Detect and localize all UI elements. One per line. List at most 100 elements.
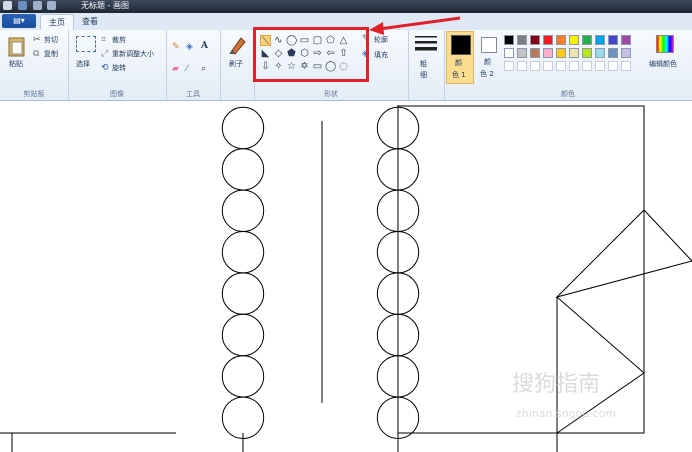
color1-label-b: 色 1 xyxy=(452,71,466,79)
window-title: 无标题 - 画图 xyxy=(81,1,129,10)
edit-colors-icon[interactable] xyxy=(656,35,674,53)
palette-custom-swatch[interactable] xyxy=(582,61,592,71)
shapes-group-label: 形状 xyxy=(324,90,338,98)
color-picker-icon[interactable]: ⁄ xyxy=(186,64,188,74)
edit-colors-button[interactable]: 编辑颜色 xyxy=(649,59,677,69)
clipboard-group-label: 剪贴板 xyxy=(23,90,45,98)
palette-custom-swatch[interactable] xyxy=(517,61,527,71)
palette-swatch[interactable] xyxy=(569,48,579,58)
tab-view[interactable]: 查看 xyxy=(76,14,104,30)
palette-custom-swatch[interactable] xyxy=(595,61,605,71)
watermark-subtext: zhinan.sogou.com xyxy=(516,407,616,420)
file-menu-button[interactable]: ▤▾ xyxy=(2,14,36,28)
brushes-button[interactable]: 刷子 xyxy=(229,59,243,69)
image-group-label: 图像 xyxy=(110,90,124,98)
select-icon[interactable] xyxy=(76,36,96,52)
color2-label: 颜 xyxy=(484,58,491,66)
tools-group: ✎ ◈ A ▰ ⁄ ⌕ 工具 xyxy=(166,30,221,100)
palette-swatch[interactable] xyxy=(543,48,553,58)
palette-swatch[interactable] xyxy=(530,35,540,45)
palette-custom-swatch[interactable] xyxy=(530,61,540,71)
palette-swatch[interactable] xyxy=(608,48,618,58)
pencil-icon[interactable]: ✎ xyxy=(172,42,180,52)
text-tool-icon[interactable]: A xyxy=(201,41,208,51)
left-chain-circle xyxy=(221,272,265,315)
left-chain-circle xyxy=(221,355,265,398)
palette-custom-swatch[interactable] xyxy=(504,61,514,71)
palette-swatch[interactable] xyxy=(504,35,514,45)
outline-button[interactable]: 轮廓 xyxy=(374,35,388,45)
resize-icon: ⤢ xyxy=(101,49,109,59)
palette-custom-swatch[interactable] xyxy=(543,61,553,71)
palette-swatch[interactable] xyxy=(569,35,579,45)
drawing-canvas[interactable]: 搜狗指南 zhinan.sogou.com xyxy=(0,101,692,452)
palette-swatch[interactable] xyxy=(582,48,592,58)
eraser-icon[interactable]: ▰ xyxy=(172,64,179,74)
left-chain-circle xyxy=(221,231,265,274)
left-chain-circle xyxy=(221,396,265,439)
left-chain-circle xyxy=(221,189,265,233)
palette-custom-swatch[interactable] xyxy=(621,61,631,71)
canvas-drawing: 搜狗指南 zhinan.sogou.com xyxy=(0,105,692,452)
palette-swatch[interactable] xyxy=(517,35,527,45)
palette-swatch[interactable] xyxy=(621,35,631,45)
cut-button[interactable]: 剪切 xyxy=(44,35,58,45)
magnifier-icon[interactable]: ⌕ xyxy=(201,64,206,74)
left-chain-circle xyxy=(221,106,265,150)
diamond-upper-edges xyxy=(555,209,692,298)
title-bar: 无标题 - 画图 xyxy=(0,0,692,13)
watermark-text: 搜狗指南 xyxy=(512,372,600,397)
resize-button[interactable]: 重新调整大小 xyxy=(112,49,154,59)
palette-custom-swatch[interactable] xyxy=(556,61,566,71)
paste-button[interactable]: 粘贴 xyxy=(9,59,23,69)
crop-icon: ⌗ xyxy=(101,35,107,45)
palette-swatch[interactable] xyxy=(504,48,514,58)
rotate-button[interactable]: 旋转 xyxy=(112,63,126,73)
redo-icon[interactable] xyxy=(47,1,56,10)
color-palette xyxy=(504,35,650,73)
image-group: 选择 ⌗ 裁剪 ⤢ 重新调整大小 ⟲ 旋转 图像 xyxy=(68,30,167,100)
palette-swatch[interactable] xyxy=(556,48,566,58)
palette-swatch[interactable] xyxy=(595,35,605,45)
palette-custom-swatch[interactable] xyxy=(608,61,618,71)
size-group: 粗 细 xyxy=(408,30,445,100)
color1-swatch xyxy=(451,35,471,55)
clipboard-group: 粘贴 ✂ 剪切 ⧉ 复制 剪贴板 xyxy=(0,30,69,100)
size-label-2[interactable]: 细 xyxy=(420,70,427,80)
color1-label: 颜 xyxy=(455,59,462,67)
crop-button[interactable]: 裁剪 xyxy=(112,35,126,45)
tools-group-label: 工具 xyxy=(186,90,200,98)
palette-swatch[interactable] xyxy=(608,35,618,45)
app-icon xyxy=(3,1,12,10)
palette-swatch[interactable] xyxy=(595,48,605,58)
size-icon[interactable] xyxy=(415,35,437,55)
save-icon[interactable] xyxy=(18,1,27,10)
palette-swatch[interactable] xyxy=(582,35,592,45)
size-label-1[interactable]: 粗 xyxy=(420,59,427,69)
rotate-icon: ⟲ xyxy=(101,63,109,73)
palette-swatch[interactable] xyxy=(556,35,566,45)
cut-icon: ✂ xyxy=(33,35,41,45)
tab-home[interactable]: 主页 xyxy=(40,14,74,31)
palette-custom-swatch[interactable] xyxy=(569,61,579,71)
palette-swatch[interactable] xyxy=(530,48,540,58)
color2-label-b: 色 2 xyxy=(480,70,494,78)
copy-icon: ⧉ xyxy=(33,49,40,59)
copy-button[interactable]: 复制 xyxy=(44,49,58,59)
palette-swatch[interactable] xyxy=(543,35,553,45)
undo-icon[interactable] xyxy=(33,1,42,10)
color1-selector[interactable]: 颜 色 1 xyxy=(446,31,474,84)
colors-group-label: 颜色 xyxy=(561,90,575,98)
brush-icon[interactable] xyxy=(227,34,247,56)
select-button[interactable]: 选择 xyxy=(76,59,90,69)
palette-swatch[interactable] xyxy=(517,48,527,58)
annotation-arrow xyxy=(369,16,461,35)
paste-icon[interactable] xyxy=(8,35,26,57)
colors-group: 颜 色 1 颜 色 2 编辑颜色 颜色 xyxy=(444,30,692,100)
circle-chain-left xyxy=(221,106,265,439)
left-chain-circle xyxy=(221,148,265,191)
fill-bucket-icon[interactable]: ◈ xyxy=(186,42,193,52)
fill-button[interactable]: 填充 xyxy=(374,50,388,60)
palette-swatch[interactable] xyxy=(621,48,631,58)
color2-selector[interactable]: 颜 色 2 xyxy=(478,31,502,84)
